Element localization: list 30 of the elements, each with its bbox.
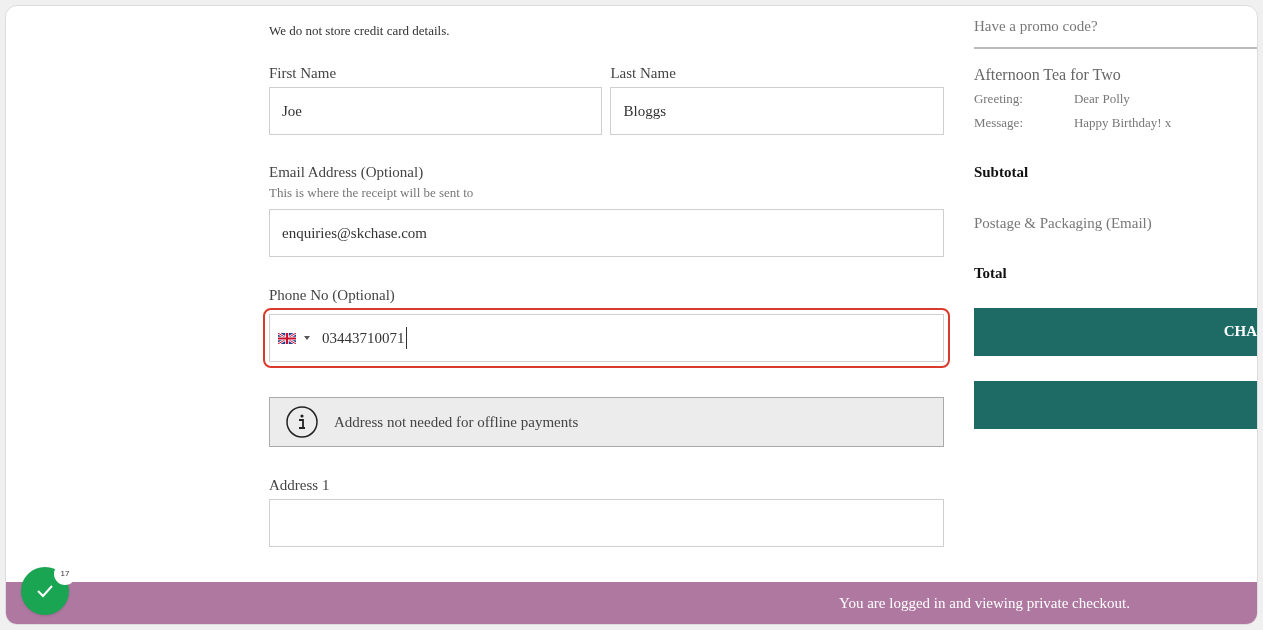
subtotal-label: Subtotal [973, 163, 1030, 182]
detail-label: Greeting: [973, 90, 1024, 109]
banner-text: You are logged in and viewing private checkout. [839, 593, 1130, 613]
field-label: First Name [269, 64, 338, 83]
field-label: Phone No (Optional) [269, 286, 396, 305]
checkmark-icon [36, 584, 54, 598]
checkout-button[interactable]: CHA [973, 307, 1257, 356]
info-text: Address not needed for offline payments [334, 412, 579, 432]
field-label: Email Address (Optional) [269, 163, 425, 182]
flag-icon[interactable] [278, 332, 296, 344]
notice-text: We do not store credit card details. [269, 21, 450, 40]
phone-input[interactable]: 03443710071 [269, 314, 944, 362]
promo-link[interactable]: Have a promo code? [973, 15, 1098, 38]
address-input[interactable] [269, 499, 944, 547]
last-name-input[interactable]: Bloggs [610, 87, 944, 135]
phone-value: 03443710071 [322, 326, 407, 350]
product-name: Afternoon Tea for Two [973, 65, 1122, 85]
checkout-button[interactable] [973, 380, 1257, 429]
total-label: Total [973, 264, 1008, 283]
info-icon [286, 406, 318, 438]
field-label: Last Name [610, 64, 677, 83]
detail-value: Dear Polly [1073, 90, 1130, 109]
field-label: Address 1 [269, 476, 331, 495]
email-input[interactable]: enquiries@skchase.com [269, 209, 944, 257]
first-name-input[interactable]: Joe [269, 87, 603, 135]
field-hint: This is where the receipt will be sent to [269, 184, 475, 202]
detail-label: Message: [973, 114, 1024, 133]
detail-value: Happy Birthday! x [1073, 114, 1172, 133]
caret-icon[interactable] [304, 336, 310, 340]
postage-label: Postage & Packaging (Email) [973, 213, 1153, 233]
